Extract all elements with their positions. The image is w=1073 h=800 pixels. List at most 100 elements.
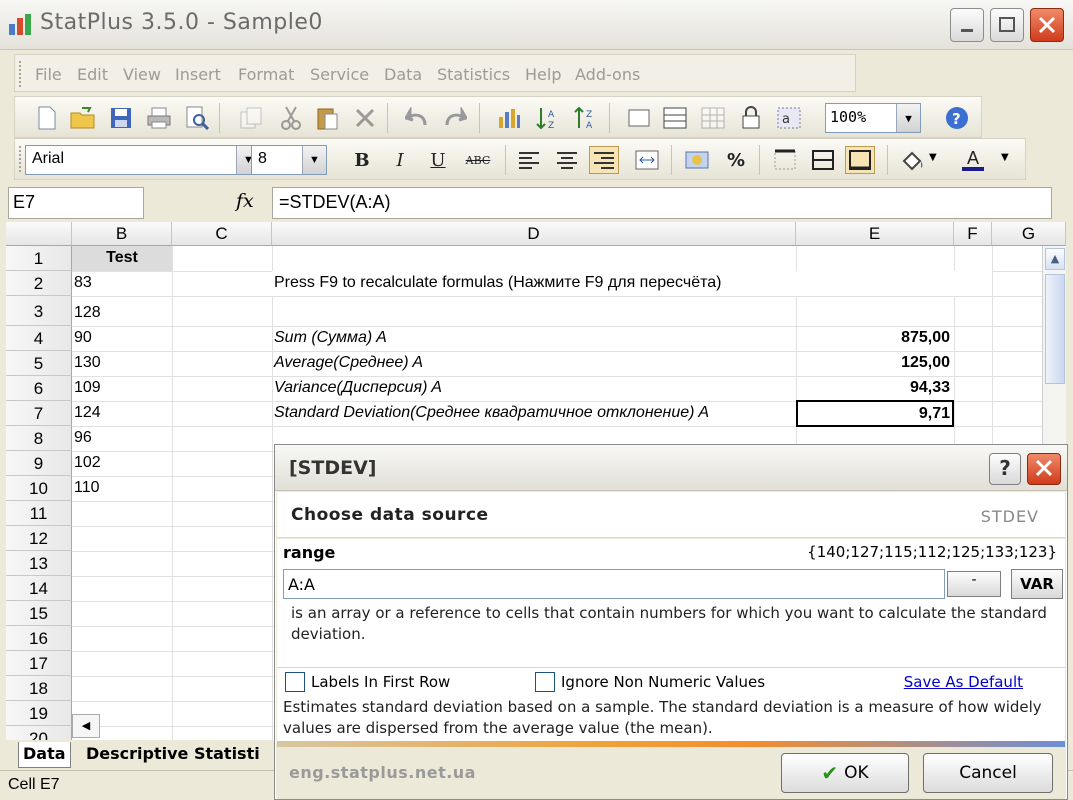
- row-header[interactable]: 4: [6, 326, 72, 351]
- scroll-left-icon[interactable]: ◀: [72, 714, 100, 738]
- menu-help[interactable]: Help: [525, 65, 561, 84]
- formula-input[interactable]: =STDEV(A:A): [272, 187, 1052, 219]
- merge-cells-icon[interactable]: [633, 146, 661, 174]
- font-size-select[interactable]: 8 ▼: [251, 145, 327, 175]
- ignore-non-numeric-checkbox[interactable]: Ignore Non Numeric Values: [535, 672, 765, 692]
- align-center-icon[interactable]: [553, 146, 581, 174]
- cell-b3[interactable]: 128: [72, 301, 172, 326]
- border-top-icon[interactable]: [771, 146, 799, 174]
- insert-box-icon[interactable]: [625, 104, 653, 132]
- tab-descriptive-statistics[interactable]: Descriptive Statisti: [82, 742, 264, 768]
- row-header[interactable]: 19: [6, 701, 72, 726]
- column-header-e[interactable]: E: [796, 222, 954, 246]
- cell-b7[interactable]: 124: [72, 401, 172, 426]
- save-as-default-link[interactable]: Save As Default: [904, 673, 1023, 691]
- menu-data[interactable]: Data: [384, 65, 422, 84]
- align-left-icon[interactable]: [515, 146, 543, 174]
- menu-service[interactable]: Service: [310, 65, 369, 84]
- maximize-button[interactable]: [990, 8, 1024, 42]
- checkbox-icon[interactable]: [535, 672, 555, 692]
- row-header[interactable]: 2: [6, 271, 72, 296]
- align-right-button[interactable]: [589, 146, 619, 174]
- chart-icon[interactable]: [495, 104, 523, 132]
- range-input[interactable]: A:A: [283, 569, 945, 599]
- ok-button[interactable]: ✔ OK: [781, 753, 909, 793]
- cell-b10[interactable]: 110: [72, 476, 172, 501]
- cell-e6[interactable]: 94,33: [796, 376, 952, 401]
- menu-statistics[interactable]: Statistics: [437, 65, 510, 84]
- menu-insert[interactable]: Insert: [175, 65, 221, 84]
- undo-icon[interactable]: [403, 104, 431, 132]
- range-pick-button[interactable]: -: [947, 571, 1001, 597]
- copy-format-icon[interactable]: [237, 104, 265, 132]
- underline-button[interactable]: U: [423, 146, 453, 174]
- cell-e4[interactable]: 875,00: [796, 326, 952, 351]
- menu-file[interactable]: File: [35, 65, 62, 84]
- cell-d6[interactable]: Variance(Дисперсия) A: [272, 376, 796, 401]
- column-header-c[interactable]: C: [172, 222, 272, 246]
- row-header[interactable]: 10: [6, 476, 72, 501]
- print-preview-icon[interactable]: [183, 104, 211, 132]
- zoom-select[interactable]: 100% ▼: [825, 103, 921, 133]
- menu-addons[interactable]: Add-ons: [575, 65, 640, 84]
- row-header[interactable]: 17: [6, 651, 72, 676]
- column-header-b[interactable]: B: [72, 222, 172, 246]
- help-icon[interactable]: ?: [943, 104, 971, 132]
- cell-b9[interactable]: 102: [72, 451, 172, 476]
- italic-button[interactable]: I: [385, 146, 415, 174]
- column-header-g[interactable]: G: [992, 222, 1066, 246]
- row-header[interactable]: 7: [6, 401, 72, 426]
- bold-button[interactable]: B: [347, 146, 377, 174]
- checkbox-icon[interactable]: [285, 672, 305, 692]
- cancel-button[interactable]: Cancel: [923, 753, 1053, 793]
- print-icon[interactable]: [145, 104, 173, 132]
- minimize-button[interactable]: [950, 8, 984, 42]
- lock-icon[interactable]: [737, 104, 765, 132]
- column-header-d[interactable]: D: [272, 222, 796, 246]
- menu-view[interactable]: View: [123, 65, 161, 84]
- row-header[interactable]: 18: [6, 676, 72, 701]
- fill-color-icon[interactable]: [899, 146, 927, 174]
- table-icon[interactable]: [699, 104, 727, 132]
- sort-descending-icon[interactable]: ZA: [571, 104, 599, 132]
- sort-ascending-icon[interactable]: AZ: [533, 104, 561, 132]
- cell-d4[interactable]: Sum (Сумма) A: [272, 326, 796, 351]
- row-header[interactable]: 6: [6, 376, 72, 401]
- open-folder-icon[interactable]: [69, 104, 97, 132]
- menu-edit[interactable]: Edit: [77, 65, 108, 84]
- redo-icon[interactable]: [441, 104, 469, 132]
- row-header[interactable]: 5: [6, 351, 72, 376]
- row-header[interactable]: 8: [6, 426, 72, 451]
- column-header-f[interactable]: F: [954, 222, 992, 246]
- cell-b2[interactable]: 83: [72, 271, 172, 296]
- currency-icon[interactable]: [683, 146, 711, 174]
- row-header[interactable]: 13: [6, 551, 72, 576]
- rows-icon[interactable]: [661, 104, 689, 132]
- delete-icon[interactable]: [351, 104, 379, 132]
- percent-button[interactable]: %: [721, 146, 751, 174]
- cell-b6[interactable]: 109: [72, 376, 172, 401]
- special-icon[interactable]: a: [775, 104, 803, 132]
- fx-icon[interactable]: fx: [236, 190, 254, 212]
- font-color-button[interactable]: A: [959, 146, 987, 174]
- chevron-down-icon[interactable]: ▼: [896, 104, 920, 132]
- paste-icon[interactable]: [313, 104, 341, 132]
- chevron-down-icon[interactable]: ▼: [1001, 152, 1009, 163]
- border-bottom-button[interactable]: [845, 146, 875, 174]
- row-header[interactable]: 15: [6, 601, 72, 626]
- labels-first-row-checkbox[interactable]: Labels In First Row: [285, 672, 450, 692]
- dialog-help-button[interactable]: ?: [989, 453, 1021, 485]
- cell-e5[interactable]: 125,00: [796, 351, 952, 376]
- scroll-up-icon[interactable]: ▲: [1045, 248, 1065, 270]
- cell-e7-selected[interactable]: 9,71: [796, 400, 954, 427]
- chevron-down-icon[interactable]: ▼: [929, 152, 937, 163]
- cell-b1[interactable]: Test: [72, 246, 172, 271]
- row-header[interactable]: 11: [6, 501, 72, 526]
- dialog-close-button[interactable]: [1027, 453, 1061, 485]
- row-header[interactable]: 12: [6, 526, 72, 551]
- cell-b5[interactable]: 130: [72, 351, 172, 376]
- row-header[interactable]: 1: [6, 246, 72, 271]
- cell-d2[interactable]: Press F9 to recalculate formulas (Нажмит…: [272, 271, 992, 296]
- menu-format[interactable]: Format: [238, 65, 294, 84]
- row-header[interactable]: 3: [6, 296, 72, 326]
